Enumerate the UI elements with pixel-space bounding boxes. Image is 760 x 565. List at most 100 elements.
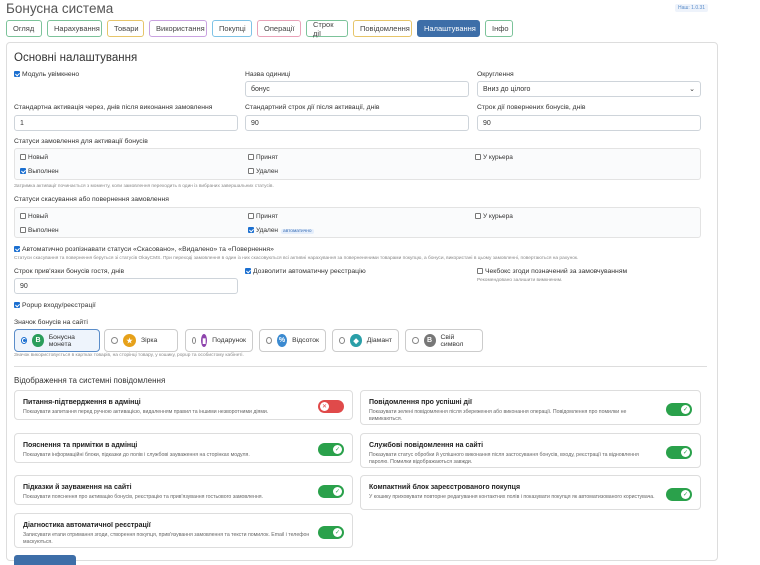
icon-option-label: Свій символ — [440, 333, 464, 348]
check-icon: ✓ — [681, 404, 690, 414]
icon-label: Значок бонусів на сайті — [14, 319, 88, 326]
icon-option-label: Подарунок — [212, 337, 246, 344]
toggle-switch[interactable]: ✕ — [318, 400, 344, 413]
radio-icon — [21, 337, 28, 344]
icon-option[interactable]: B Свій символ — [405, 329, 483, 352]
icon-option-label: Бонусна монета — [48, 333, 75, 348]
check-icon: ✓ — [333, 487, 342, 496]
radio-icon — [111, 337, 118, 344]
toggle-switch[interactable]: ✓ — [318, 443, 344, 456]
setting-card-title: Повідомлення про успішні дії — [369, 399, 472, 406]
toggle-switch[interactable]: ✓ — [318, 485, 344, 498]
validity-input[interactable]: 90 — [245, 115, 469, 131]
setting-card-desc: Показувати пояснення про активацію бонус… — [23, 494, 263, 500]
activation-hint: Затримка активації починається з моменту… — [14, 184, 274, 189]
setting-card: Підказки й зауваження на сайті Показувати… — [14, 475, 353, 505]
icon-option[interactable]: ★ Зірка — [104, 329, 178, 352]
activation-statuses-label: Статуси замовлення для активації бонусів — [14, 138, 148, 145]
tab-item[interactable]: Повідомлення — [353, 20, 412, 37]
setting-card-title: Діагностика автоматичної реєстрації — [23, 522, 151, 529]
returned-input[interactable]: 90 — [477, 115, 701, 131]
icon-option[interactable]: B Бонусна монета — [14, 329, 100, 352]
unit-name-input[interactable]: бонус — [245, 81, 469, 97]
toggle-switch[interactable]: ✓ — [666, 402, 692, 416]
tab-item[interactable]: Використання — [149, 20, 207, 37]
tab-item[interactable]: Огляд — [6, 20, 42, 37]
activation-label: Стандартна активація через, днів після в… — [14, 104, 213, 111]
coin-icon: ◆ — [350, 334, 362, 347]
status-new-checkbox[interactable]: Новый — [20, 154, 48, 161]
setting-card: Питання-підтвердження в адмінці Показуват… — [14, 390, 353, 420]
setting-card: Діагностика автоматичної реєстрації Запис… — [14, 513, 353, 548]
divider — [14, 366, 707, 367]
cancel-deleted-checkbox[interactable]: Удален автоматично — [248, 227, 314, 234]
tab-item[interactable]: Нарахування — [47, 20, 102, 37]
setting-card-desc: У кошику приховувати повторне редагуванн… — [369, 494, 655, 500]
icon-option[interactable]: % Відсоток — [259, 329, 326, 352]
popup-checkbox[interactable]: Popup входу/реєстрації — [14, 302, 96, 309]
setting-card-desc: Показувати зелені повідомлення після збе… — [369, 409, 627, 422]
setting-card: Пояснення та примітки в адмінці Показуват… — [14, 433, 353, 463]
setting-card: Компактний блок зареєстрованого покупця У… — [360, 475, 701, 510]
tab-item[interactable]: Інфо — [485, 20, 513, 37]
radio-icon — [412, 337, 419, 344]
coin-icon: B — [423, 334, 436, 347]
setting-card-title: Компактний блок зареєстрованого покупця — [369, 484, 521, 491]
validity-label: Стандартний строк дії після активації, д… — [245, 104, 380, 111]
guest-bind-label: Строк прив'язки бонусів гостя, днів — [14, 268, 125, 275]
radio-icon — [266, 337, 272, 344]
section-title-main: Основні налаштування — [14, 52, 138, 64]
check-icon: ✓ — [681, 447, 690, 457]
rounding-select[interactable]: Вниз до цілого ⌄ — [477, 81, 701, 97]
coin-icon: ▮ — [201, 334, 208, 347]
setting-card: Повідомлення про успішні дії Показувати з… — [360, 390, 701, 425]
setting-card-desc: Показувати статус обробки й успішного ви… — [369, 452, 639, 465]
icon-option-label: Діамант — [366, 337, 392, 344]
coin-icon: % — [276, 334, 288, 347]
setting-card-desc: Записувати етапи отримання згоди, створе… — [23, 532, 310, 545]
cancel-courier-checkbox[interactable]: У курьера — [475, 213, 513, 220]
check-icon: ✓ — [681, 489, 690, 499]
status-courier-checkbox[interactable]: У курьера — [475, 154, 513, 161]
activation-input[interactable]: 1 — [14, 115, 238, 131]
coin-icon: B — [32, 334, 44, 347]
consent-hint: Рекомендовано залишити вимкненим. — [477, 278, 563, 283]
module-enabled-checkbox[interactable]: Модуль увімкнено — [14, 71, 79, 78]
guest-bind-input[interactable]: 90 — [14, 278, 238, 294]
auto-badge: автоматично — [281, 229, 314, 234]
icon-option[interactable]: ▮ Подарунок — [185, 329, 253, 352]
tab-item[interactable]: Налаштування — [417, 20, 480, 37]
cancel-statuses-label: Статуси скасування або повернення замовл… — [14, 196, 169, 203]
setting-card-title: Пояснення та примітки в адмінці — [23, 442, 138, 449]
cancel-done-checkbox[interactable]: Выполнен — [20, 227, 59, 234]
setting-card-title: Службові повідомлення на сайті — [369, 442, 484, 449]
cancel-new-checkbox[interactable]: Новый — [20, 213, 48, 220]
tab-item[interactable]: Операції — [257, 20, 301, 37]
coin-icon: ★ — [123, 334, 136, 347]
consent-checkbox[interactable]: Чекбокс згоди позначений за замовчування… — [477, 268, 627, 275]
icon-hint: Значок використовується в картках товарі… — [14, 353, 244, 358]
rounding-label: Округлення — [477, 71, 514, 78]
tab-bar: Огляд Нарахування Товари Використання Покупц… — [6, 20, 513, 38]
check-icon: ✓ — [333, 445, 342, 454]
icon-option-label: Зірка — [141, 337, 158, 344]
tab-item[interactable]: Товари — [107, 20, 144, 37]
tab-item[interactable]: Строк дії — [306, 20, 348, 38]
app-title: Бонусна система — [6, 1, 114, 16]
tab-item[interactable]: Покупці — [212, 20, 252, 37]
auto-recognize-checkbox[interactable]: Автоматично розпізнавати статуси «Скасов… — [14, 246, 274, 253]
section-title-display: Відображення та системні повідомлення — [14, 376, 166, 385]
toggle-switch[interactable]: ✓ — [318, 525, 344, 539]
cancel-accepted-checkbox[interactable]: Принят — [248, 213, 278, 220]
setting-card-title: Підказки й зауваження на сайті — [23, 484, 132, 491]
status-done-checkbox[interactable]: Выполнен — [20, 168, 59, 175]
auto-register-checkbox[interactable]: Дозволити автоматичну реєстрацію — [245, 268, 366, 275]
status-accepted-checkbox[interactable]: Принят — [248, 154, 278, 161]
icon-option[interactable]: ◆ Діамант — [332, 329, 399, 352]
save-button[interactable] — [14, 555, 76, 565]
toggle-switch[interactable]: ✓ — [666, 445, 692, 459]
setting-card-title: Питання-підтвердження в адмінці — [23, 399, 141, 406]
toggle-switch[interactable]: ✓ — [666, 487, 692, 501]
status-deleted-checkbox[interactable]: Удален — [248, 168, 278, 175]
chevron-down-icon: ⌄ — [689, 86, 695, 93]
